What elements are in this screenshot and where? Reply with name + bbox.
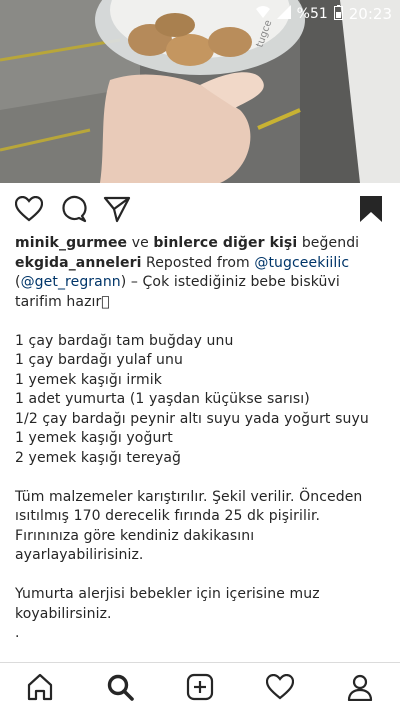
likes-suffix: beğendi <box>297 235 360 251</box>
ingredient-line: 1 adet yumurta (1 yaşdan küçükse sarısı) <box>15 391 310 407</box>
search-icon[interactable] <box>105 672 135 702</box>
bookmark-icon[interactable] <box>356 194 386 224</box>
direct-share-icon[interactable] <box>102 194 132 224</box>
bottom-navigation <box>0 662 400 711</box>
battery-icon <box>333 4 343 24</box>
post-caption: minik_gurmee ve binlerce diğer kişi beğe… <box>15 234 387 644</box>
ingredient-line: 1 çay bardağı yulaf unu <box>15 352 183 368</box>
author-username[interactable]: ekgida_anneleri <box>15 255 141 271</box>
heart-icon[interactable] <box>14 194 44 224</box>
comment-icon[interactable] <box>58 194 88 224</box>
home-icon[interactable] <box>25 672 55 702</box>
battery-percent: %51 <box>296 6 328 22</box>
ingredient-line: 2 yemek kaşığı tereyağ <box>15 449 182 466</box>
status-bar: %51 20:23 <box>0 0 400 28</box>
ingredient-line: 1 çay bardağı tam buğday unu <box>15 332 234 349</box>
liker-username[interactable]: minik_gurmee <box>15 235 127 251</box>
activity-heart-icon[interactable] <box>265 672 295 702</box>
instructions-text: Tüm malzemeler karıştırılır. Şekil veril… <box>15 488 367 564</box>
likes-others-link[interactable]: binlerce diğer kişi <box>153 235 297 251</box>
reposted-from-text: Reposted from <box>141 254 255 271</box>
profile-icon[interactable] <box>345 672 375 702</box>
new-post-icon[interactable] <box>185 672 215 702</box>
likes-line: minik_gurmee ve binlerce diğer kişi beğe… <box>15 234 387 254</box>
wifi-icon <box>255 5 271 23</box>
likes-connector: ve <box>127 235 154 251</box>
signal-icon <box>276 5 291 23</box>
allergy-note: Yumurta alerjisi bebekler için içerisine… <box>15 586 325 622</box>
clock: 20:23 <box>348 5 392 23</box>
mention-get-regrann[interactable]: @get_regrann <box>21 274 121 290</box>
ingredient-line: 1 yemek kaşığı yoğurt <box>15 430 173 446</box>
caption-text: ekgida_anneleri Reposted from @tugceekii… <box>15 254 387 313</box>
post-actions <box>0 194 400 226</box>
ingredient-line: 1 yemek kaşığı irmik <box>15 371 162 388</box>
dot-line: . <box>15 625 20 641</box>
mention-tugceekiilic[interactable]: @tugceekiilic <box>254 255 349 271</box>
ingredient-line: 1/2 çay bardağı peynir altı suyu yada yo… <box>15 410 369 427</box>
